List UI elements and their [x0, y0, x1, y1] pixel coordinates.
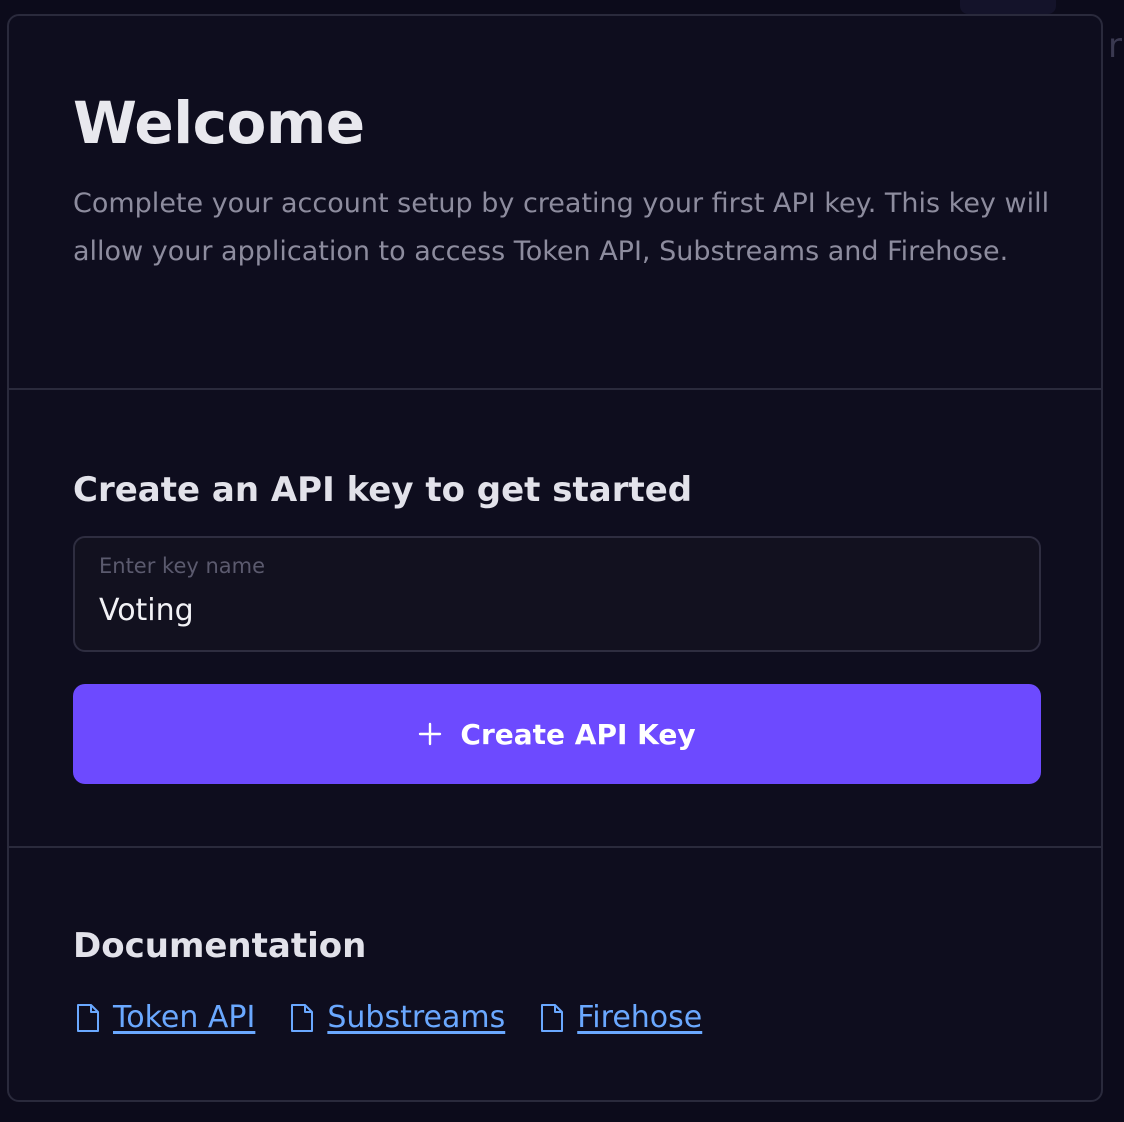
- doc-link-token-api[interactable]: Token API: [75, 1000, 255, 1035]
- create-api-key-section: Create an API key to get started Enter k…: [9, 388, 1101, 850]
- documentation-links: Token API Substreams Firehose: [75, 1000, 736, 1035]
- key-name-field[interactable]: Enter key name: [73, 536, 1041, 652]
- doc-link-label[interactable]: Firehose: [577, 1000, 702, 1035]
- welcome-dialog: Welcome Complete your account setup by c…: [7, 14, 1103, 1102]
- create-key-heading: Create an API key to get started: [73, 470, 693, 510]
- documentation-section: Documentation Token API Substreams Fireh…: [9, 846, 1101, 1100]
- doc-link-firehose[interactable]: Firehose: [539, 1000, 702, 1035]
- background-text-fragment: r: [1108, 26, 1122, 66]
- welcome-section: Welcome Complete your account setup by c…: [9, 16, 1101, 388]
- create-api-key-button[interactable]: Create API Key: [73, 684, 1041, 784]
- document-icon: [289, 1003, 315, 1033]
- key-name-input[interactable]: [97, 588, 1001, 632]
- plus-icon: [418, 722, 442, 746]
- doc-link-substreams[interactable]: Substreams: [289, 1000, 505, 1035]
- page-title: Welcome: [73, 89, 365, 157]
- doc-link-label[interactable]: Substreams: [327, 1000, 505, 1035]
- welcome-description: Complete your account setup by creating …: [73, 188, 1050, 267]
- document-icon: [75, 1003, 101, 1033]
- key-name-label: Enter key name: [99, 554, 266, 578]
- documentation-heading: Documentation: [73, 926, 367, 966]
- document-icon: [539, 1003, 565, 1033]
- create-api-key-label: Create API Key: [460, 717, 696, 751]
- background-tab: [960, 0, 1056, 14]
- doc-link-label[interactable]: Token API: [113, 1000, 255, 1035]
